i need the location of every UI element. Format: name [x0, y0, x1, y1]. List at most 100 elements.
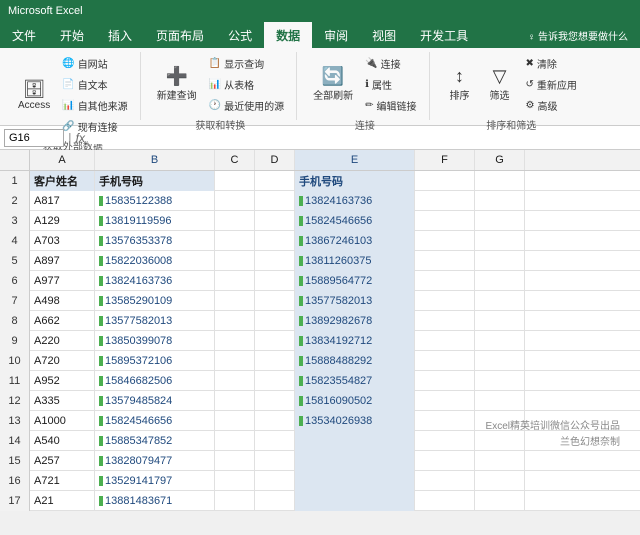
col-header-a[interactable]: A [30, 150, 95, 170]
cell-f1[interactable] [415, 171, 475, 191]
cell-c2[interactable] [215, 191, 255, 211]
cell-g7[interactable] [475, 291, 525, 311]
cell-d2[interactable] [255, 191, 295, 211]
cell-reference[interactable] [4, 129, 64, 147]
cell-g4[interactable] [475, 231, 525, 251]
cell-b2[interactable]: 15835122388 [95, 191, 215, 211]
cell-a9[interactable]: A220 [30, 331, 95, 351]
cell-b8[interactable]: 13577582013 [95, 311, 215, 331]
cell-f15[interactable] [415, 451, 475, 471]
cell-c10[interactable] [215, 351, 255, 371]
btn-reapply[interactable]: ↺ 重新应用 [522, 75, 581, 94]
cell-c9[interactable] [215, 331, 255, 351]
cell-c4[interactable] [215, 231, 255, 251]
cell-d1[interactable] [255, 171, 295, 191]
tab-file[interactable]: 文件 [0, 22, 48, 48]
cell-c1[interactable] [215, 171, 255, 191]
cell-b9[interactable]: 13850399078 [95, 331, 215, 351]
col-header-d[interactable]: D [255, 150, 295, 170]
cell-c17[interactable] [215, 491, 255, 511]
tab-devtools[interactable]: 开发工具 [408, 22, 480, 48]
btn-clear[interactable]: ✖ 清除 [522, 54, 581, 73]
btn-advanced[interactable]: ⚙ 高级 [522, 96, 581, 115]
cell-d6[interactable] [255, 271, 295, 291]
cell-g8[interactable] [475, 311, 525, 331]
cell-b16[interactable]: 13529141797 [95, 471, 215, 491]
cell-d4[interactable] [255, 231, 295, 251]
cell-f3[interactable] [415, 211, 475, 231]
cell-f5[interactable] [415, 251, 475, 271]
cell-d3[interactable] [255, 211, 295, 231]
cell-f13[interactable] [415, 411, 475, 431]
cell-c5[interactable] [215, 251, 255, 271]
cell-c11[interactable] [215, 371, 255, 391]
btn-show-query[interactable]: 📋 显示查询 [205, 54, 288, 73]
cell-e3[interactable]: 15824546656 [295, 211, 415, 231]
btn-access[interactable]: 🗄 Access [14, 78, 54, 113]
cell-e12[interactable]: 15816090502 [295, 391, 415, 411]
col-header-g[interactable]: G [475, 150, 525, 170]
cell-b6[interactable]: 13824163736 [95, 271, 215, 291]
cell-c8[interactable] [215, 311, 255, 331]
btn-filter[interactable]: ▽ 筛选 [482, 65, 518, 104]
cell-e8[interactable]: 13892982678 [295, 311, 415, 331]
cell-f9[interactable] [415, 331, 475, 351]
cell-b17[interactable]: 13881483671 [95, 491, 215, 511]
cell-f17[interactable] [415, 491, 475, 511]
cell-f8[interactable] [415, 311, 475, 331]
cell-a4[interactable]: A703 [30, 231, 95, 251]
cell-a7[interactable]: A498 [30, 291, 95, 311]
btn-properties[interactable]: ℹ 属性 [361, 75, 420, 94]
cell-c12[interactable] [215, 391, 255, 411]
btn-edit-links[interactable]: ✏ 编辑链接 [361, 96, 420, 115]
formula-input[interactable] [89, 132, 636, 144]
cell-g15[interactable] [475, 451, 525, 471]
cell-b11[interactable]: 15846682506 [95, 371, 215, 391]
cell-f14[interactable] [415, 431, 475, 451]
btn-refresh-all[interactable]: 🔄 全部刷新 [309, 65, 357, 104]
cell-b15[interactable]: 13828079477 [95, 451, 215, 471]
cell-e14[interactable] [295, 431, 415, 451]
cell-e2[interactable]: 13824163736 [295, 191, 415, 211]
cell-c6[interactable] [215, 271, 255, 291]
cell-g3[interactable] [475, 211, 525, 231]
cell-d16[interactable] [255, 471, 295, 491]
cell-c7[interactable] [215, 291, 255, 311]
cell-d14[interactable] [255, 431, 295, 451]
cell-f11[interactable] [415, 371, 475, 391]
cell-d10[interactable] [255, 351, 295, 371]
tab-layout[interactable]: 页面布局 [144, 22, 216, 48]
btn-from-table[interactable]: 📊 从表格 [205, 75, 288, 94]
btn-connections[interactable]: 🔌 连接 [361, 54, 420, 73]
cell-a12[interactable]: A335 [30, 391, 95, 411]
cell-g5[interactable] [475, 251, 525, 271]
cell-b14[interactable]: 15885347852 [95, 431, 215, 451]
cell-g1[interactable] [475, 171, 525, 191]
cell-e10[interactable]: 15888488292 [295, 351, 415, 371]
cell-c16[interactable] [215, 471, 255, 491]
cell-d12[interactable] [255, 391, 295, 411]
cell-g2[interactable] [475, 191, 525, 211]
cell-b5[interactable]: 15822036008 [95, 251, 215, 271]
cell-g11[interactable] [475, 371, 525, 391]
tab-formula[interactable]: 公式 [216, 22, 264, 48]
cell-f10[interactable] [415, 351, 475, 371]
cell-f12[interactable] [415, 391, 475, 411]
cell-a17[interactable]: A21 [30, 491, 95, 511]
tab-data[interactable]: 数据 [264, 22, 312, 48]
cell-e13[interactable]: 13534026938 [295, 411, 415, 431]
cell-b10[interactable]: 15895372106 [95, 351, 215, 371]
col-header-e[interactable]: E [295, 150, 415, 170]
tab-view[interactable]: 视图 [360, 22, 408, 48]
cell-d7[interactable] [255, 291, 295, 311]
cell-f2[interactable] [415, 191, 475, 211]
cell-a6[interactable]: A977 [30, 271, 95, 291]
cell-g16[interactable] [475, 471, 525, 491]
cell-f7[interactable] [415, 291, 475, 311]
cell-e4[interactable]: 13867246103 [295, 231, 415, 251]
cell-a15[interactable]: A257 [30, 451, 95, 471]
cell-b7[interactable]: 13585290109 [95, 291, 215, 311]
cell-a1[interactable]: 客户姓名 [30, 171, 95, 191]
cell-b12[interactable]: 13579485824 [95, 391, 215, 411]
cell-e1[interactable]: 手机号码 [295, 171, 415, 191]
